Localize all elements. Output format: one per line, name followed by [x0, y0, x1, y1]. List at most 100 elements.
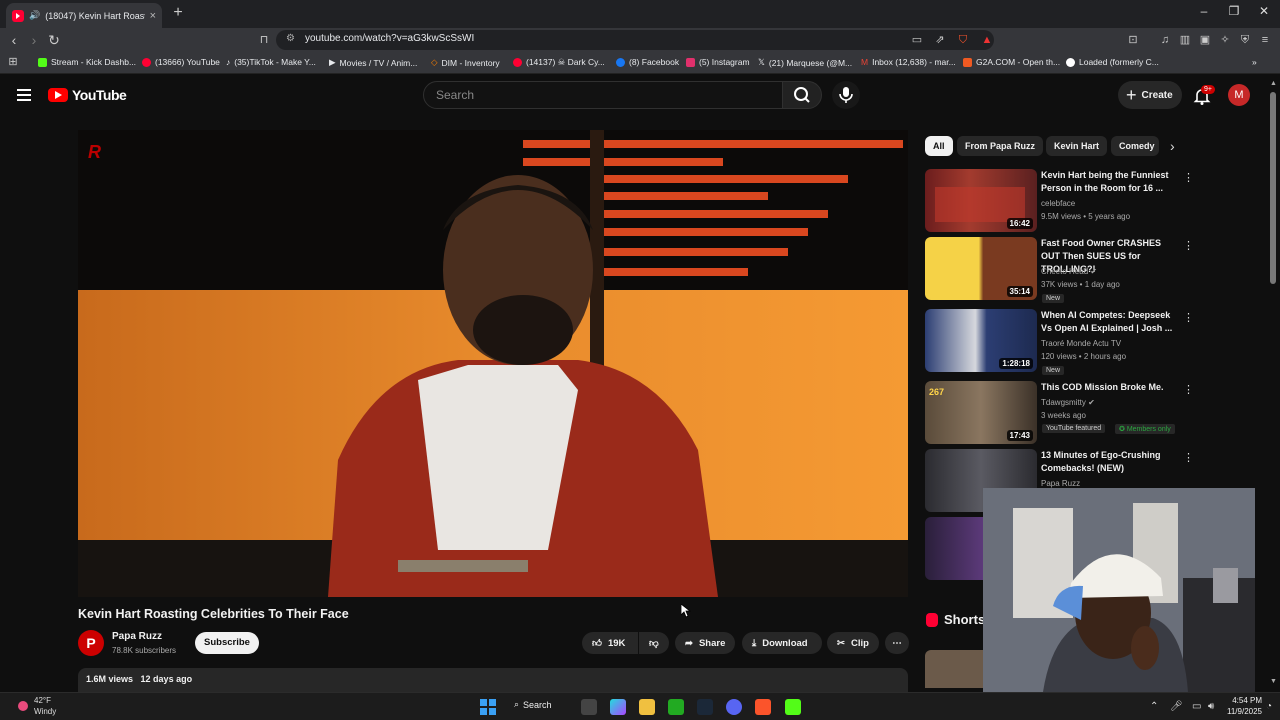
bookmark-item[interactable]: ◇ DIM - Inventory — [431, 57, 500, 68]
recommended-video[interactable]: 35:14 Fast Food Owner CRASHES OUT Then S… — [925, 237, 1194, 303]
bookmark-item[interactable]: (5) Instagram — [686, 57, 750, 67]
reload-button[interactable]: ↻ — [46, 32, 62, 48]
more-vertical-icon[interactable]: ⋮ — [1183, 171, 1194, 184]
cast-icon[interactable]: ▭ — [910, 33, 924, 47]
shorts-thumbnail[interactable] — [925, 650, 983, 688]
subscribe-button[interactable]: Subscribe — [195, 632, 259, 654]
recommended-video[interactable]: 16:42 Kevin Hart being the Funniest Pers… — [925, 169, 1194, 233]
apps-grid-icon[interactable]: ⊞ — [6, 55, 20, 69]
system-clock[interactable]: 4:54 PM 11/9/2025 — [1227, 695, 1262, 717]
scroll-down-icon[interactable]: ▼ — [1270, 678, 1277, 685]
close-window-button[interactable]: ✕ — [1254, 4, 1274, 18]
search-input[interactable] — [436, 88, 736, 102]
dislike-button[interactable]: 👎︎ — [639, 632, 669, 654]
minimize-button[interactable]: – — [1194, 4, 1214, 18]
video-thumbnail[interactable] — [925, 517, 983, 580]
browser-tab[interactable]: 🔊 (18047) Kevin Hart Roasting C × — [6, 3, 162, 28]
brave-rewards-icon[interactable]: ▲ — [980, 33, 994, 47]
chip-kevin-hart[interactable]: Kevin Hart — [1046, 136, 1108, 156]
ai-icon[interactable]: ✧ — [1218, 33, 1232, 47]
chip-comedy[interactable]: Comedy — [1111, 136, 1159, 156]
volume-icon[interactable]: 🔊︎ — [1208, 701, 1214, 712]
windows-start-icon[interactable] — [480, 699, 496, 715]
search-button[interactable] — [782, 81, 822, 109]
taskbar-search[interactable]: ⌕ Search — [514, 699, 552, 710]
video-thumbnail[interactable]: 35:14 — [925, 237, 1037, 300]
video-thumbnail[interactable]: 267 17:43 — [925, 381, 1037, 444]
bookmark-item[interactable]: Loaded (formerly C... — [1066, 57, 1159, 67]
media-controls-icon[interactable]: ♫ — [1158, 33, 1172, 47]
menu-icon[interactable]: ≡ — [1258, 33, 1272, 47]
video-title[interactable]: When AI Competes: Deepseek Vs Open AI Ex… — [1041, 309, 1173, 335]
bookmark-item[interactable]: ♪ (35)TikTok - Make Y... — [226, 57, 316, 67]
channel-avatar[interactable]: P — [78, 630, 104, 656]
chip-from-channel[interactable]: From Papa Ruzz — [957, 136, 1044, 156]
download-button[interactable]: ⤓ Download — [742, 632, 822, 654]
channel-name[interactable]: Traoré Monde Actu TV — [1041, 339, 1121, 348]
more-vertical-icon[interactable]: ⋮ — [1183, 451, 1194, 464]
hamburger-menu-icon[interactable] — [17, 89, 31, 101]
bookmark-item[interactable]: Stream - Kick Dashb... — [38, 57, 136, 67]
forward-button[interactable]: › — [26, 32, 42, 48]
recommended-video[interactable]: 1:28:18 When AI Competes: Deepseek Vs Op… — [925, 309, 1194, 375]
speaker-icon[interactable]: 🔊 — [29, 10, 40, 21]
bookmark-item[interactable]: G2A.COM - Open th... — [963, 57, 1060, 67]
video-title[interactable]: Kevin Hart being the Funniest Person in … — [1041, 169, 1173, 195]
restore-button[interactable]: ❐ — [1224, 4, 1244, 18]
clip-button[interactable]: ✂ Clip — [827, 632, 879, 654]
screenshot-icon[interactable]: ⊡ — [1126, 33, 1140, 47]
chevron-right-icon[interactable]: › — [1170, 138, 1175, 154]
discord-icon[interactable] — [726, 699, 742, 715]
more-vertical-icon[interactable]: ⋮ — [1183, 383, 1194, 396]
video-title[interactable]: This COD Mission Broke Me. — [1041, 381, 1173, 394]
weather-widget[interactable]: 42°F Windy — [34, 695, 56, 717]
brave-shields-icon[interactable]: ⛉ — [956, 33, 970, 47]
share-button[interactable]: ➦ Share — [675, 632, 735, 654]
steam-icon[interactable] — [697, 699, 713, 715]
account-avatar[interactable]: M — [1228, 84, 1250, 106]
channel-name[interactable]: Papa Ruzz — [1041, 479, 1080, 488]
channel-name[interactable]: Papa Ruzz — [112, 631, 162, 642]
bookmark-item[interactable]: (14137) ☠ Dark Cy... — [513, 57, 605, 68]
file-explorer-icon[interactable] — [639, 699, 655, 715]
create-button[interactable]: + Create — [1118, 81, 1182, 109]
bookmark-item[interactable]: M Inbox (12,638) - mar... — [861, 57, 956, 67]
task-view-icon[interactable] — [581, 699, 597, 715]
display-tray-icon[interactable]: ▭ — [1192, 701, 1201, 712]
copilot-icon[interactable] — [610, 699, 626, 715]
video-thumbnail[interactable]: 1:28:18 — [925, 309, 1037, 372]
share-page-icon[interactable]: ⇗ — [933, 33, 947, 47]
more-actions-button[interactable]: ⋯ — [885, 632, 909, 654]
video-player[interactable]: R — [78, 130, 908, 597]
channel-name[interactable]: celebface — [1041, 199, 1075, 208]
nvidia-icon[interactable] — [668, 699, 684, 715]
more-vertical-icon[interactable]: ⋮ — [1183, 239, 1194, 252]
chip-all[interactable]: All — [925, 136, 953, 156]
scrollbar-thumb[interactable] — [1270, 92, 1276, 284]
new-tab-button[interactable]: + — [170, 4, 186, 22]
more-vertical-icon[interactable]: ⋮ — [1183, 311, 1194, 324]
video-thumbnail[interactable]: 16:42 — [925, 169, 1037, 232]
video-title[interactable]: 13 Minutes of Ego-Crushing Comebacks! (N… — [1041, 449, 1173, 475]
weather-icon[interactable] — [14, 697, 32, 715]
channel-name[interactable]: Cheeto Head ✔ — [1041, 267, 1097, 276]
vpn-icon[interactable]: ⛨ — [1238, 33, 1252, 47]
close-tab-icon[interactable]: × — [150, 10, 156, 22]
youtube-logo[interactable]: YouTube — [48, 87, 127, 103]
back-button[interactable]: ‹ — [6, 32, 22, 48]
scroll-up-icon[interactable]: ▲ — [1270, 80, 1277, 87]
wallet-icon[interactable]: ▣ — [1198, 33, 1212, 47]
brave-browser-icon[interactable] — [755, 699, 771, 715]
address-bar[interactable]: ⚙ youtube.com/watch?v=aG3kwScSsWI — [276, 30, 994, 50]
mic-tray-icon[interactable]: 🎤︎ — [1170, 701, 1183, 712]
recommended-video[interactable]: 267 17:43 This COD Mission Broke Me. Tda… — [925, 381, 1194, 445]
bookmark-item[interactable]: (13666) YouTube — [142, 57, 220, 67]
channel-name[interactable]: Tdawgsmitty ✔ — [1041, 398, 1095, 407]
tray-overflow-icon[interactable]: ⌃ — [1150, 701, 1158, 712]
bookmark-item[interactable]: (8) Facebook — [616, 57, 679, 67]
notifications-icon[interactable]: ◔ — [1266, 701, 1272, 712]
bookmark-item[interactable]: 𝕏 (21) Marquese (@M... — [758, 57, 852, 68]
voice-search-button[interactable] — [832, 81, 860, 109]
sidebar-icon[interactable]: ▥ — [1178, 33, 1192, 47]
more-bookmarks-icon[interactable]: » — [1252, 57, 1257, 67]
